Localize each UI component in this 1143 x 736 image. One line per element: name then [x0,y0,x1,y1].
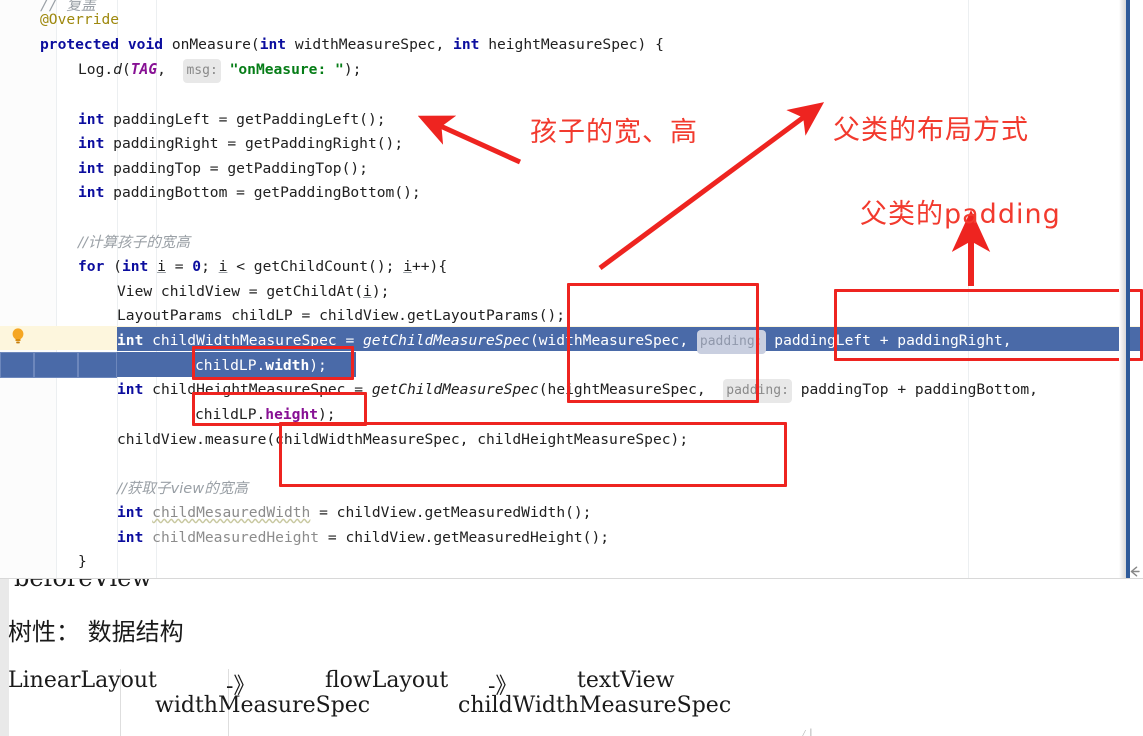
doc-left-margin [0,579,9,736]
code-line: } [78,553,87,570]
code-comment: //获取子view的宽高 [117,480,249,497]
back-arrow-icon[interactable] [1128,563,1141,577]
code-line: int paddingRight = getPaddingRight(); [78,135,404,152]
code-comment: //计算孩子的宽高 [78,234,190,251]
box-parent-padding [834,289,1143,361]
box-child-measure-call [279,422,787,487]
code-editor-pane[interactable]: // 复盖 @Override protected void onMeasure… [0,0,1143,578]
vertical-scrollbar[interactable] [1126,0,1130,578]
clipped-text-beforeview: beforeView [14,579,314,588]
code-line: protected void onMeasure(int widthMeasur… [40,36,664,53]
code-line: View childView = getChildAt(i); [117,283,390,300]
hierarchy-node-linearlayout: LinearLayout [8,668,157,693]
hierarchy-node-textview: textView [577,668,675,693]
box-measurespec-args [567,283,759,403]
hierarchy-spec-child-width: childWidthMeasureSpec [458,693,732,718]
scrollbar-track [1119,0,1126,578]
document-pane[interactable]: beforeView 树性： 数据结构 LinearLayout -》 flow… [0,578,1143,736]
doc-heading: 树性： 数据结构 [8,618,184,646]
hierarchy-node-flowlayout: flowLayout [325,668,449,693]
code-line: int childMeasuredHeight = childView.getM… [117,529,610,546]
annotation-label-child-size: 孩子的宽、高 [530,117,698,148]
code-line: int paddingLeft = getPaddingLeft(); [78,111,386,128]
annotation-label-parent-padding: 父类的padding [860,199,1061,230]
code-line: for (int i = 0; i < getChildCount(); i++… [78,258,448,275]
box-childlp-width [192,346,354,380]
code-line: Log.d(TAG, msg: "onMeasure: "); [78,58,361,84]
inlay-hint-msg: msg: [183,59,221,84]
code-line: int paddingTop = getPaddingTop(); [78,160,368,177]
annotation-label-parent-layout: 父类的布局方式 [833,115,1029,146]
box-childlp-height [192,392,367,426]
code-line: int paddingBottom = getPaddingBottom(); [78,184,421,201]
screenshot-root: // 复盖 @Override protected void onMeasure… [0,0,1143,736]
code-line: @Override [40,11,120,28]
hierarchy-spec-width: widthMeasureSpec [155,693,371,718]
code-line: LayoutParams childLP = childView.getLayo… [117,307,566,324]
code-line: int childMesauredWidth = childView.getMe… [117,504,592,521]
